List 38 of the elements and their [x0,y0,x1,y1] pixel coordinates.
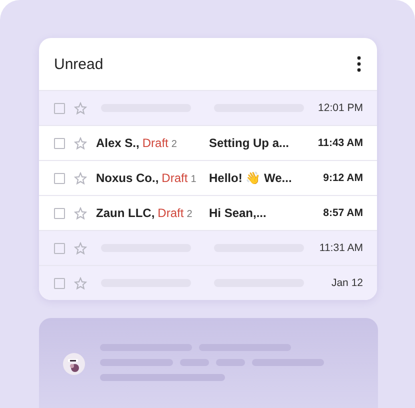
draft-count: 2 [186,209,192,220]
mail-subject: Hello! 👋 We... [209,171,292,185]
draft-label: Draft [158,206,184,220]
mail-time: 11:43 AM [318,137,363,149]
draft-label: Draft [142,136,168,150]
mail-time: 11:31 AM [319,242,363,254]
star-icon[interactable] [74,136,87,150]
card-title: Unread [54,56,104,72]
checkbox[interactable] [54,172,65,184]
draft-count: 2 [171,139,177,150]
loading-row[interactable]: Jan 12 [39,265,377,300]
star-icon[interactable] [74,242,87,254]
star-icon[interactable] [74,206,87,220]
checkbox[interactable] [54,242,65,254]
checkbox[interactable] [54,138,65,148]
checkbox[interactable] [54,208,65,218]
sender-name: Alex S., [96,136,140,150]
checkbox[interactable] [54,278,65,288]
loading-row[interactable]: 12:01 PM [39,90,377,125]
mail-subject: Hi Sean,... [209,206,266,220]
mail-time: 8:57 AM [323,207,363,219]
mail-row[interactable]: Zaun LLC, Draft 2 Hi Sean,... 8:57 AM [39,195,377,230]
loading-row[interactable]: 11:31 AM [39,230,377,265]
mail-time: 9:12 AM [323,172,363,184]
checkbox[interactable] [54,102,65,114]
more-icon[interactable] [355,54,363,74]
mail-subject: Setting Up a... [209,136,290,150]
mail-time: 12:01 PM [318,102,363,114]
mail-time: Jan 12 [331,277,363,289]
sender-name: Noxus Co., [96,171,159,185]
draft-count: 1 [190,174,196,185]
star-icon[interactable] [74,172,87,184]
mail-row[interactable]: Noxus Co., Draft 1 Hello! 👋 We... 9:12 AM [39,160,377,195]
sender-name: Zaun LLC, [96,206,155,220]
star-icon[interactable] [74,102,87,114]
draft-label: Draft [162,171,188,185]
star-icon[interactable] [74,276,87,290]
mail-row[interactable]: Alex S., Draft 2 Setting Up a... 11:43 AM [39,125,377,160]
